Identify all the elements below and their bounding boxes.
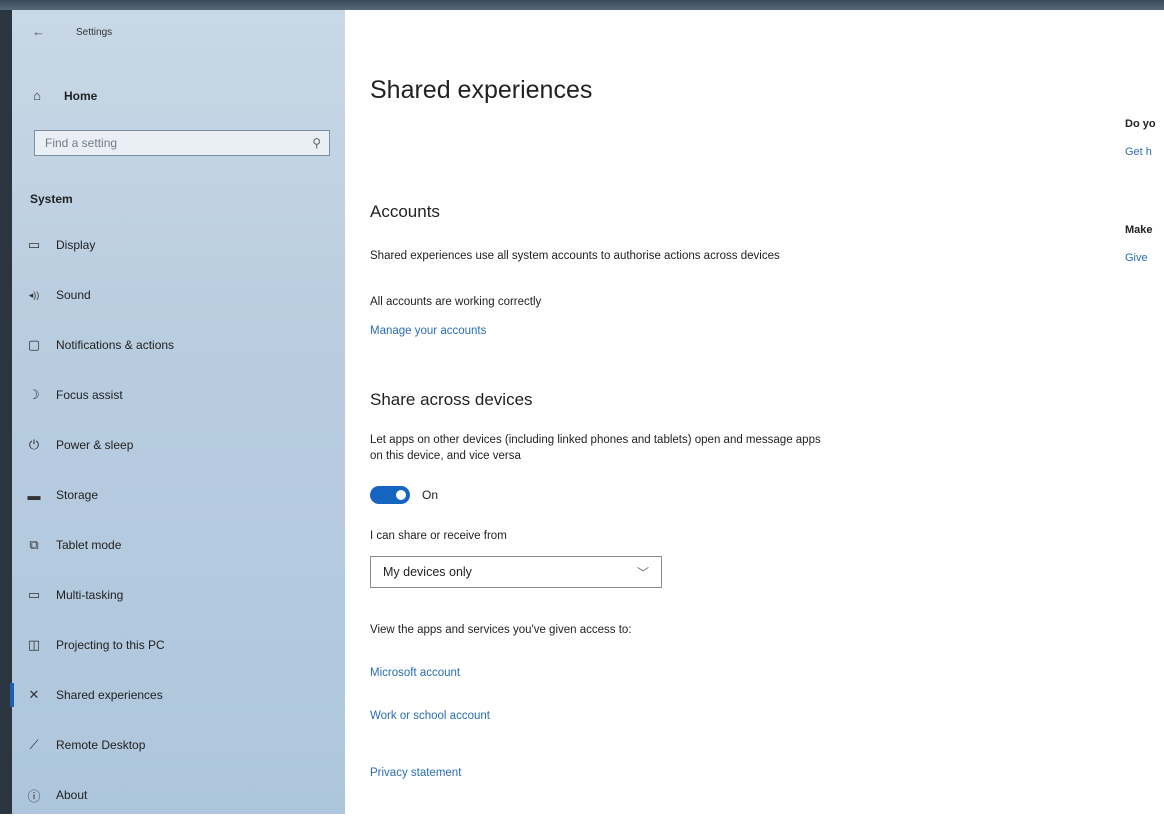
receive-label: I can share or receive from xyxy=(370,530,507,542)
manage-accounts-link[interactable]: Manage your accounts xyxy=(370,325,486,337)
active-indicator xyxy=(10,683,14,707)
home-label: Home xyxy=(64,88,98,103)
main-content: Shared experiences Accounts Shared exper… xyxy=(345,10,1164,814)
sidebar-item-tablet-mode[interactable]: ⧉ Tablet mode xyxy=(12,520,345,570)
sidebar-item-sound[interactable]: ◂)) Sound xyxy=(12,270,345,320)
sidebar-item-storage[interactable]: ▬ Storage xyxy=(12,470,345,520)
sidebar-item-multitasking[interactable]: ▭ Multi-tasking xyxy=(12,570,345,620)
give-feedback-link[interactable]: Give xyxy=(1125,252,1148,264)
sidebar-item-label: Shared experiences xyxy=(56,688,163,702)
monitor-icon: ▭ xyxy=(27,237,41,252)
remote-desktop-icon: ⟋ xyxy=(29,737,39,752)
accounts-description: Shared experiences use all system accoun… xyxy=(370,250,780,262)
toggle-switch[interactable] xyxy=(370,486,410,504)
sidebar-item-label: Remote Desktop xyxy=(56,738,146,752)
help-question: Do yo xyxy=(1125,118,1156,130)
back-arrow-icon[interactable]: ← xyxy=(32,24,45,39)
shared-experiences-icon: ✕ xyxy=(28,687,40,702)
search-box[interactable]: ⚲ xyxy=(34,130,330,156)
sidebar-item-label: Multi-tasking xyxy=(56,588,124,602)
sidebar-item-label: About xyxy=(56,788,88,802)
receive-dropdown-value: My devices only xyxy=(383,565,472,579)
sidebar-item-focus-assist[interactable]: ☽ Focus assist xyxy=(12,370,345,420)
privacy-statement-link[interactable]: Privacy statement xyxy=(370,767,461,779)
search-icon[interactable]: ⚲ xyxy=(312,136,321,150)
sidebar-item-projecting[interactable]: ◫ Projecting to this PC xyxy=(12,620,345,670)
sidebar-item-shared-experiences[interactable]: ✕ Shared experiences xyxy=(10,670,345,720)
sidebar-item-label: Focus assist xyxy=(56,388,123,402)
get-help-link[interactable]: Get h xyxy=(1125,146,1152,158)
home-icon: ⌂ xyxy=(33,88,41,103)
sidebar-item-about[interactable]: ⓘ About xyxy=(12,770,345,820)
section-header: System xyxy=(30,192,73,206)
search-input[interactable] xyxy=(43,135,287,151)
sidebar-item-label: Power & sleep xyxy=(56,438,134,452)
window-top-border xyxy=(0,0,1164,10)
feedback-question: Make xyxy=(1125,224,1153,236)
power-icon: ⏻ xyxy=(28,437,40,452)
app-title: Settings xyxy=(76,27,113,38)
sidebar-item-notifications[interactable]: ▢ Notifications & actions xyxy=(12,320,345,370)
view-access-label: View the apps and services you've given … xyxy=(370,624,632,636)
sidebar-item-power-sleep[interactable]: ⏻ Power & sleep xyxy=(12,420,345,470)
accounts-status: All accounts are working correctly xyxy=(370,296,542,308)
sidebar-item-label: Storage xyxy=(56,488,99,502)
notification-icon: ▢ xyxy=(27,337,41,352)
sidebar-item-label: Notifications & actions xyxy=(56,338,175,352)
share-toggle[interactable]: On xyxy=(370,486,438,504)
page-title: Shared experiences xyxy=(370,76,593,104)
storage-icon: ▬ xyxy=(27,487,41,503)
microsoft-account-link[interactable]: Microsoft account xyxy=(370,667,460,679)
speaker-icon: ◂)) xyxy=(28,289,40,300)
multitasking-icon: ▭ xyxy=(27,587,41,602)
sidebar-item-label: Projecting to this PC xyxy=(56,638,165,652)
share-heading: Share across devices xyxy=(370,390,533,409)
toggle-knob xyxy=(396,490,406,500)
sidebar-item-label: Display xyxy=(56,238,96,252)
sidebar-item-display[interactable]: ▭ Display xyxy=(12,220,345,270)
info-icon: ⓘ xyxy=(27,788,41,804)
related-column: Do yo Get h Make Give xyxy=(1125,118,1164,278)
share-description: Let apps on other devices (including lin… xyxy=(370,434,821,462)
accounts-heading: Accounts xyxy=(370,202,440,221)
nav-list: ▭ Display ◂)) Sound ▢ Notifications & ac… xyxy=(10,220,345,820)
tablet-mode-icon: ⧉ xyxy=(29,537,39,552)
home-button[interactable]: ⌂ Home xyxy=(30,88,97,103)
moon-icon: ☽ xyxy=(28,387,40,402)
chevron-down-icon: ﹀ xyxy=(636,565,649,580)
work-school-account-link[interactable]: Work or school account xyxy=(370,710,490,722)
sidebar-item-label: Sound xyxy=(56,288,91,302)
toggle-state-label: On xyxy=(422,488,439,502)
sidebar: ← Settings ⌂ Home ⚲ System ▭ Display ◂))… xyxy=(10,10,345,814)
receive-dropdown[interactable]: My devices only ﹀ xyxy=(370,556,662,588)
sidebar-item-label: Tablet mode xyxy=(56,538,122,552)
projecting-icon: ◫ xyxy=(27,637,41,652)
sidebar-item-remote-desktop[interactable]: ⟋ Remote Desktop xyxy=(12,720,345,770)
